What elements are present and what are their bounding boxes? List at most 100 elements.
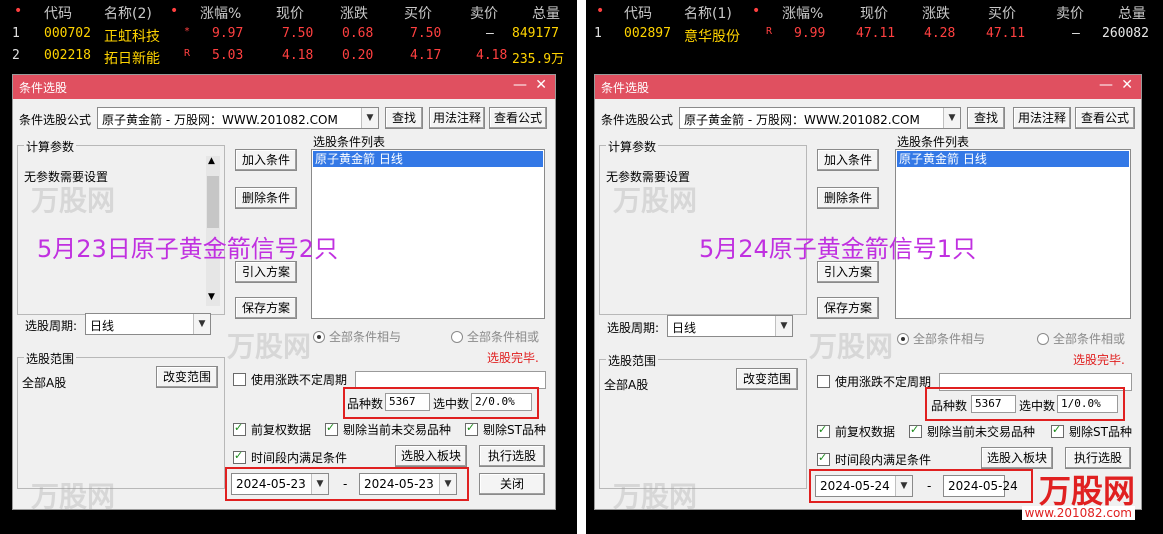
close-icon[interactable]: ✕ (535, 77, 547, 93)
chevron-down-icon[interactable]: ▼ (943, 108, 960, 128)
header-bid[interactable]: 买价 (988, 3, 1016, 23)
radio-or-label: 全部条件相或 (467, 330, 540, 344)
stock-name: 正虹科技 (104, 29, 160, 45)
minimize-icon[interactable]: — (1099, 77, 1113, 93)
row-index: 1 (12, 26, 20, 41)
use-period-checkbox[interactable] (817, 375, 830, 388)
left-panel: • 代码 名称(2) • 涨幅% 现价 涨跌 买价 卖价 总量 1 000702… (0, 0, 577, 534)
use-period-checkbox[interactable] (233, 373, 246, 386)
status-done: 选股完毕. (1073, 353, 1125, 367)
header-bid[interactable]: 买价 (404, 3, 432, 23)
range-value: 全部A股 (604, 378, 649, 392)
radio-and[interactable] (897, 333, 909, 345)
date-highlight-box (809, 469, 1033, 503)
watermark: 万股网 (31, 184, 116, 217)
untraded-checkbox[interactable] (325, 421, 338, 436)
delete-condition-button[interactable]: 删除条件 (235, 187, 297, 209)
use-period-label: 使用涨跌不定周期 (251, 373, 348, 387)
range-group: 选股范围 全部A股 改变范围 (17, 350, 225, 489)
close-button[interactable]: 关闭 (479, 473, 545, 495)
table-row[interactable]: 2 002218 拓日新能 R 5.03 4.18 0.20 4.17 4.18… (0, 44, 577, 67)
to-board-button[interactable]: 选股入板块 (395, 445, 467, 467)
save-plan-button[interactable]: 保存方案 (235, 297, 297, 319)
header-vol[interactable]: 总量 (532, 3, 560, 23)
header-price[interactable]: 现价 (276, 3, 304, 23)
formula-combo[interactable]: 原子黄金箭 - 万股网：WWW.201082.COM ▼ (97, 107, 379, 129)
radio-or[interactable] (451, 331, 463, 343)
stock-vol: 849177 (512, 26, 559, 41)
header-vol[interactable]: 总量 (1118, 3, 1146, 23)
time-label: 时间段内满足条件 (251, 451, 348, 465)
import-plan-button[interactable]: 引入方案 (235, 261, 297, 283)
stock-chg: 0.20 (342, 48, 374, 63)
st-checkbox[interactable] (465, 421, 478, 436)
view-formula-button[interactable]: 查看公式 (1075, 107, 1135, 129)
radio-or-label: 全部条件相或 (1053, 332, 1126, 346)
radio-or[interactable] (1037, 333, 1049, 345)
header-ask[interactable]: 卖价 (1056, 3, 1084, 23)
header-name[interactable]: 名称(1) (684, 3, 732, 23)
execute-button[interactable]: 执行选股 (479, 445, 545, 467)
quote-header-row: • 代码 名称(1) • 涨幅% 现价 涨跌 买价 卖价 总量 (586, 0, 1163, 22)
usage-button[interactable]: 用法注释 (429, 107, 485, 129)
change-range-button[interactable]: 改变范围 (736, 368, 798, 390)
formula-combo[interactable]: 原子黄金箭 - 万股网：WWW.201082.COM ▼ (679, 107, 961, 129)
add-condition-button[interactable]: 加入条件 (817, 149, 879, 171)
params-group-title: 计算参数 (606, 138, 659, 155)
header-dot: • (14, 3, 23, 19)
header-ask[interactable]: 卖价 (470, 3, 498, 23)
stock-bid: 4.17 (410, 48, 442, 63)
minimize-icon[interactable]: — (513, 77, 527, 93)
header-code[interactable]: 代码 (44, 3, 72, 23)
table-row[interactable]: 1 000702 正虹科技 * 9.97 7.50 0.68 7.50 — 84… (0, 22, 577, 45)
search-button[interactable]: 查找 (967, 107, 1005, 129)
add-condition-button[interactable]: 加入条件 (235, 149, 297, 171)
formula-value: 原子黄金箭 - 万股网：WWW.201082.COM (102, 113, 338, 127)
change-range-button[interactable]: 改变范围 (156, 366, 218, 388)
scroll-down-icon[interactable]: ▼ (208, 292, 215, 302)
formula-label: 条件选股公式 (19, 113, 92, 127)
delete-condition-button[interactable]: 删除条件 (817, 187, 879, 209)
close-icon[interactable]: ✕ (1121, 77, 1133, 93)
st-label: 剔除ST品种 (483, 423, 546, 437)
range-value: 全部A股 (22, 376, 67, 390)
status-done: 选股完毕. (487, 351, 539, 365)
range-group-title: 选股范围 (606, 352, 659, 369)
table-row[interactable]: 1 002897 意华股份 R 9.99 47.11 4.28 47.11 — … (586, 22, 1163, 45)
usage-button[interactable]: 用法注释 (1013, 107, 1071, 129)
header-pct[interactable]: 涨幅% (782, 3, 823, 23)
list-item[interactable]: 原子黄金箭 日线 (313, 151, 543, 167)
condition-list[interactable]: 原子黄金箭 日线 (311, 149, 545, 319)
radio-and[interactable] (313, 331, 325, 343)
stock-price: 7.50 (282, 26, 314, 41)
list-item[interactable]: 原子黄金箭 日线 (897, 151, 1129, 167)
period-combo[interactable]: 日线 ▼ (667, 315, 793, 337)
st-checkbox[interactable] (1051, 423, 1064, 438)
dialog-title-bar[interactable]: 条件选股 — ✕ (595, 75, 1141, 99)
params-scroll-thumb[interactable] (207, 176, 219, 228)
chevron-down-icon[interactable]: ▼ (775, 316, 792, 336)
chevron-down-icon[interactable]: ▼ (193, 314, 210, 334)
dialog-title-bar[interactable]: 条件选股 — ✕ (13, 75, 555, 99)
header-pct[interactable]: 涨幅% (200, 3, 241, 23)
import-plan-button[interactable]: 引入方案 (817, 261, 879, 283)
untraded-checkbox[interactable] (909, 423, 922, 438)
save-plan-button[interactable]: 保存方案 (817, 297, 879, 319)
chevron-down-icon[interactable]: ▼ (361, 108, 378, 128)
header-chg[interactable]: 涨跌 (922, 3, 950, 23)
header-price[interactable]: 现价 (860, 3, 888, 23)
fq-checkbox[interactable] (233, 421, 246, 436)
fq-checkbox[interactable] (817, 423, 830, 438)
header-name[interactable]: 名称(2) (104, 3, 152, 23)
header-chg[interactable]: 涨跌 (340, 3, 368, 23)
search-button[interactable]: 查找 (385, 107, 423, 129)
time-checkbox[interactable] (233, 449, 246, 464)
stock-chg: 0.68 (342, 26, 374, 41)
time-checkbox[interactable] (817, 451, 830, 466)
stock-code: 000702 (44, 26, 91, 41)
header-code[interactable]: 代码 (624, 3, 652, 23)
scroll-up-icon[interactable]: ▲ (208, 156, 215, 166)
view-formula-button[interactable]: 查看公式 (489, 107, 547, 129)
period-label: 选股周期: (607, 321, 660, 335)
period-combo[interactable]: 日线 ▼ (85, 313, 211, 335)
